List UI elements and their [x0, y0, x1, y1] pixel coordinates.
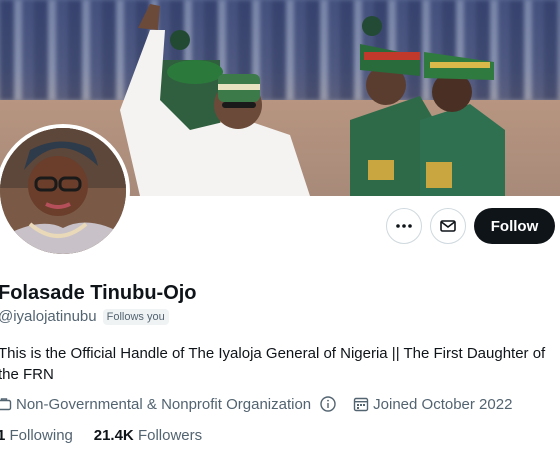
joined-date: Joined October 2022 — [373, 395, 513, 413]
user-handle: @iyalojatinubu — [0, 308, 97, 325]
follow-stats: 1 Following 21.4K Followers — [0, 427, 202, 444]
following-count: 1 — [0, 427, 6, 444]
mail-icon — [440, 220, 456, 232]
more-icon — [396, 224, 412, 228]
following-link[interactable]: 1 Following — [0, 427, 73, 444]
followers-count: 21.4K — [93, 427, 134, 444]
avatar[interactable] — [0, 128, 126, 254]
display-name: Folasade Tinubu-Ojo — [0, 282, 197, 304]
follows-you-badge: Follows you — [102, 308, 169, 325]
profile-meta: Non-Governmental & Nonprofit Organizatio… — [0, 395, 512, 413]
profile-category: Non-Governmental & Nonprofit Organizatio… — [16, 395, 312, 413]
briefcase-icon — [0, 396, 12, 412]
calendar-icon — [353, 396, 369, 412]
following-label: Following — [9, 427, 73, 444]
profile-avatar-ring — [0, 124, 130, 258]
more-options-button[interactable] — [386, 208, 422, 244]
handle-row: @iyalojatinubu Follows you — [0, 308, 169, 325]
message-button[interactable] — [430, 208, 466, 244]
followers-label: Followers — [137, 427, 203, 444]
info-icon[interactable] — [319, 395, 337, 413]
avatar-image — [0, 128, 126, 254]
follow-button[interactable]: Follow — [474, 208, 555, 244]
followers-link[interactable]: 21.4K Followers — [94, 427, 202, 444]
profile-bio: This is the Official Handle of The Iyalo… — [0, 345, 546, 383]
